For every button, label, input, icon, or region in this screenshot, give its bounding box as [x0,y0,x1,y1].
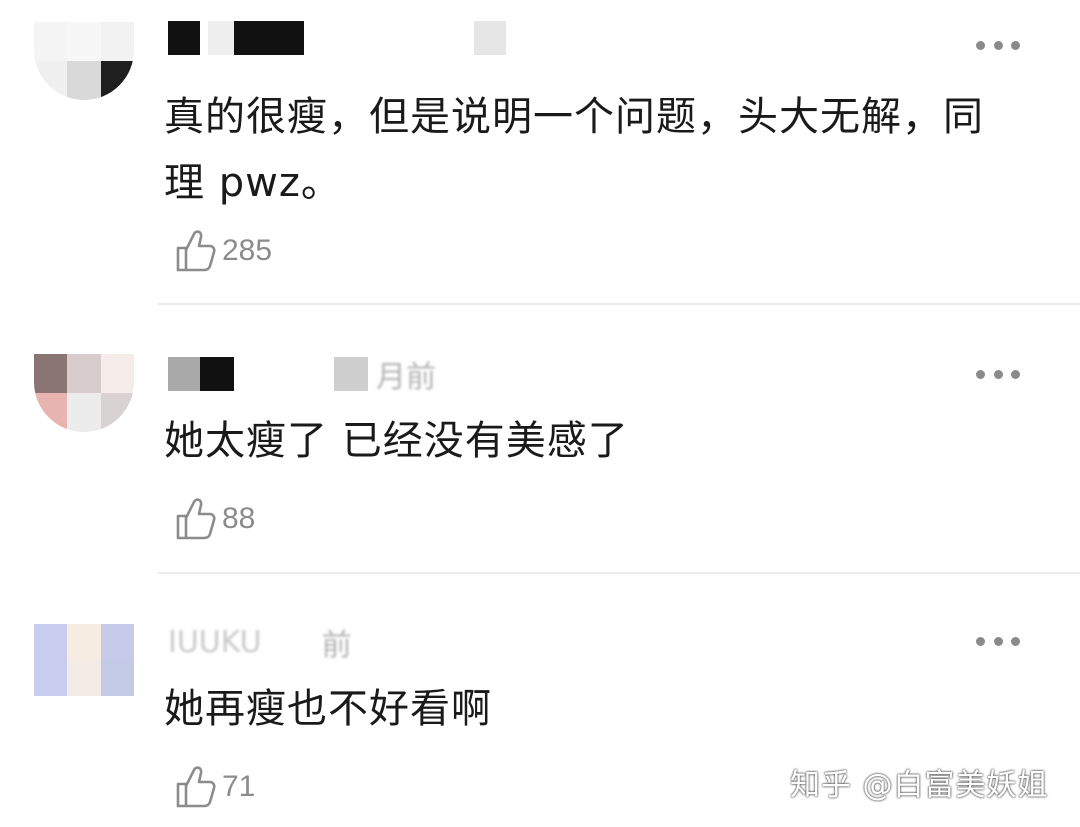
like-count: 88 [222,502,256,535]
username-text: IUUKU [168,624,262,660]
comment-time: 前 [321,628,352,663]
thumbs-up-icon [176,230,216,272]
divider [158,572,1080,574]
username[interactable] [168,20,506,56]
more-dots-icon[interactable] [976,369,1020,379]
watermark: 知乎 @白富美妖姐 [790,768,1049,803]
more-dots-icon[interactable] [976,636,1020,646]
like-button[interactable]: 71 [174,762,255,812]
more-dots-icon[interactable] [976,40,1020,50]
avatar[interactable] [34,354,134,432]
thumbs-up-icon [176,766,216,808]
avatar[interactable] [34,22,134,100]
divider [158,303,1080,305]
like-count: 71 [222,770,256,803]
like-button[interactable]: 88 [174,494,255,544]
comment-text: 真的很瘦，但是说明一个问题，头大无解，同理 pwz。 [164,94,984,206]
thumbs-up-icon [176,498,216,540]
comment-text: 她太瘦了 已经没有美感了 [164,418,629,464]
like-count: 285 [222,234,273,267]
comment-time: 月前 [376,360,436,395]
comment-text: 她再瘦也不好看啊 [164,686,492,732]
username[interactable]: 月前 [168,356,436,395]
avatar[interactable] [34,624,134,696]
username[interactable]: IUUKU 前 [168,624,352,664]
like-button[interactable]: 285 [174,226,272,276]
